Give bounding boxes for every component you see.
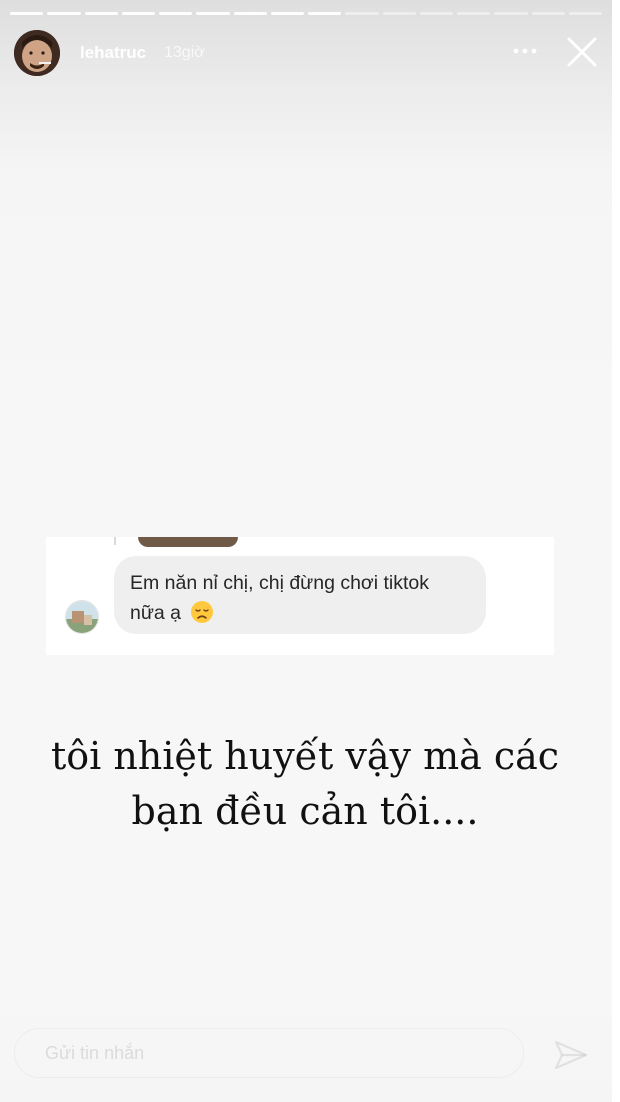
progress-segment bbox=[10, 12, 44, 15]
progress-segment bbox=[308, 12, 342, 15]
avatar-face-icon bbox=[14, 30, 60, 76]
reply-placeholder: Gửi tin nhắn bbox=[45, 1043, 145, 1063]
reply-input[interactable]: Gửi tin nhắn bbox=[14, 1028, 524, 1078]
message-text-line2: nữa ạ bbox=[130, 602, 182, 624]
progress-segment bbox=[345, 12, 379, 15]
message-bubble: Em năn nỉ chị, chị đừng chơi tiktok nữa … bbox=[114, 556, 486, 634]
story-progress-bar bbox=[10, 12, 602, 15]
story-timestamp: 13giờ bbox=[164, 44, 205, 61]
progress-segment bbox=[270, 12, 304, 15]
sender-avatar bbox=[65, 600, 99, 634]
progress-segment bbox=[47, 12, 81, 15]
send-icon[interactable] bbox=[550, 1034, 592, 1076]
more-options-icon[interactable] bbox=[510, 36, 540, 66]
progress-segment bbox=[196, 12, 230, 15]
close-icon[interactable] bbox=[564, 34, 600, 70]
disappointed-face-emoji-icon bbox=[190, 600, 214, 624]
username[interactable]: lehatruc bbox=[80, 43, 146, 63]
progress-segment bbox=[531, 12, 565, 15]
progress-segment bbox=[159, 12, 193, 15]
message-text-line1: Em năn nỉ chị, chị đừng chơi tiktok bbox=[130, 572, 429, 594]
caption-line2: bạn đều cản tôi.... bbox=[131, 789, 479, 833]
progress-segment bbox=[121, 12, 155, 15]
progress-segment bbox=[382, 12, 416, 15]
story-viewer: lehatruc 13giờ Em năn nỉ chị, chị đừng c… bbox=[0, 0, 620, 1102]
progress-segment bbox=[233, 12, 267, 15]
cropped-photo bbox=[138, 537, 238, 547]
progress-segment bbox=[419, 12, 453, 15]
progress-segment bbox=[84, 12, 118, 15]
caption-line1: tôi nhiệt huyết vậy mà các bbox=[50, 734, 560, 778]
progress-segment bbox=[568, 12, 602, 15]
profile-avatar[interactable] bbox=[14, 30, 60, 76]
right-edge bbox=[612, 0, 620, 1102]
progress-segment bbox=[494, 12, 528, 15]
story-caption: tôi nhiệt huyết vậy mà các bạn đều cản t… bbox=[30, 729, 580, 839]
chat-screenshot: Em năn nỉ chị, chị đừng chơi tiktok nữa … bbox=[46, 537, 554, 655]
progress-segment bbox=[457, 12, 491, 15]
story-header: lehatruc 13giờ bbox=[14, 30, 604, 78]
cropped-divider bbox=[114, 537, 116, 545]
